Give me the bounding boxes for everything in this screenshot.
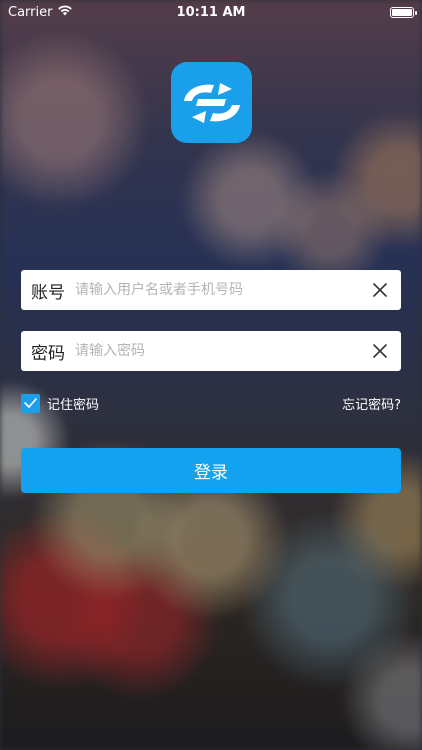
remember-password-toggle[interactable]: 记住密码 xyxy=(21,393,100,413)
remember-password-label: 记住密码 xyxy=(47,397,100,413)
password-field[interactable]: 密码 xyxy=(21,331,401,371)
login-options: 记住密码 忘记密码? xyxy=(21,393,401,413)
account-label: 账号 xyxy=(31,282,65,303)
app-logo xyxy=(171,62,252,143)
battery-level xyxy=(392,8,412,16)
account-input[interactable] xyxy=(75,282,371,298)
status-bar: Carrier 10:11 AM xyxy=(0,0,422,24)
account-field[interactable]: 账号 xyxy=(21,270,401,310)
app-logo-icon xyxy=(183,82,240,123)
remember-checkbox[interactable] xyxy=(21,393,40,413)
password-input[interactable] xyxy=(75,343,371,359)
clear-password-icon[interactable] xyxy=(371,342,389,360)
login-button[interactable]: 登录 xyxy=(21,448,401,493)
password-label: 密码 xyxy=(31,343,65,364)
battery-icon xyxy=(390,6,417,18)
status-time: 10:11 AM xyxy=(176,4,246,20)
forgot-password-link[interactable]: 忘记密码? xyxy=(342,394,401,413)
clear-account-icon[interactable] xyxy=(371,281,389,299)
checkmark-icon xyxy=(24,398,37,408)
